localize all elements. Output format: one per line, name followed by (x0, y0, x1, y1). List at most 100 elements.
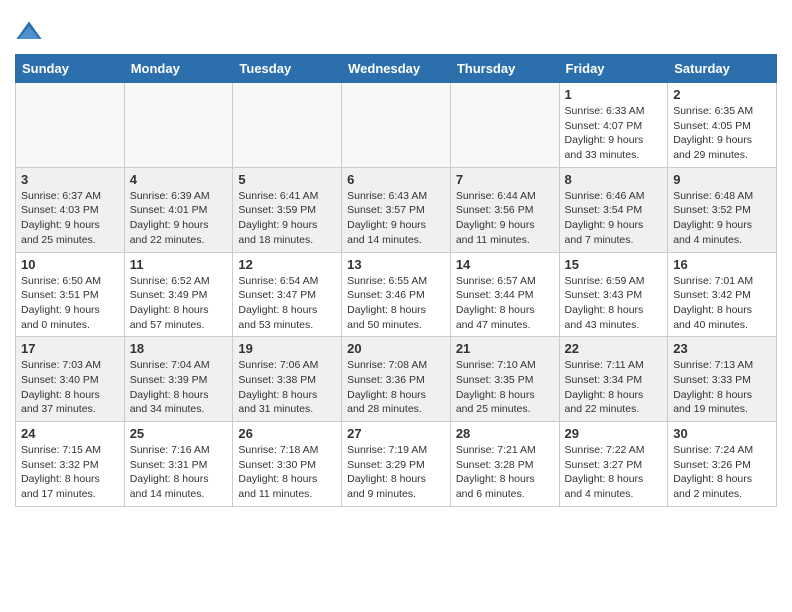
day-info: Sunrise: 6:39 AMSunset: 4:01 PMDaylight:… (130, 189, 228, 248)
calendar-cell: 26 Sunrise: 7:18 AMSunset: 3:30 PMDayligh… (233, 422, 342, 507)
calendar-cell: 22 Sunrise: 7:11 AMSunset: 3:34 PMDayligh… (559, 337, 668, 422)
day-number: 6 (347, 172, 445, 187)
day-info: Sunrise: 7:21 AMSunset: 3:28 PMDaylight:… (456, 443, 554, 502)
day-number: 11 (130, 257, 228, 272)
day-number: 8 (565, 172, 663, 187)
calendar-cell: 2 Sunrise: 6:35 AMSunset: 4:05 PMDaylight… (668, 83, 777, 168)
day-number: 18 (130, 341, 228, 356)
calendar-cell (450, 83, 559, 168)
day-info: Sunrise: 7:11 AMSunset: 3:34 PMDaylight:… (565, 358, 663, 417)
calendar-cell: 19 Sunrise: 7:06 AMSunset: 3:38 PMDayligh… (233, 337, 342, 422)
day-number: 12 (238, 257, 336, 272)
day-info: Sunrise: 7:08 AMSunset: 3:36 PMDaylight:… (347, 358, 445, 417)
day-info: Sunrise: 7:19 AMSunset: 3:29 PMDaylight:… (347, 443, 445, 502)
day-info: Sunrise: 7:18 AMSunset: 3:30 PMDaylight:… (238, 443, 336, 502)
calendar-week-4: 17 Sunrise: 7:03 AMSunset: 3:40 PMDayligh… (16, 337, 777, 422)
day-info: Sunrise: 6:59 AMSunset: 3:43 PMDaylight:… (565, 274, 663, 333)
day-info: Sunrise: 7:13 AMSunset: 3:33 PMDaylight:… (673, 358, 771, 417)
day-info: Sunrise: 6:37 AMSunset: 4:03 PMDaylight:… (21, 189, 119, 248)
day-info: Sunrise: 7:03 AMSunset: 3:40 PMDaylight:… (21, 358, 119, 417)
day-number: 30 (673, 426, 771, 441)
day-info: Sunrise: 6:41 AMSunset: 3:59 PMDaylight:… (238, 189, 336, 248)
calendar-week-1: 1 Sunrise: 6:33 AMSunset: 4:07 PMDaylight… (16, 83, 777, 168)
day-info: Sunrise: 7:06 AMSunset: 3:38 PMDaylight:… (238, 358, 336, 417)
header-tuesday: Tuesday (233, 55, 342, 83)
calendar-week-5: 24 Sunrise: 7:15 AMSunset: 3:32 PMDayligh… (16, 422, 777, 507)
day-info: Sunrise: 6:57 AMSunset: 3:44 PMDaylight:… (456, 274, 554, 333)
calendar-cell: 9 Sunrise: 6:48 AMSunset: 3:52 PMDaylight… (668, 167, 777, 252)
day-info: Sunrise: 7:01 AMSunset: 3:42 PMDaylight:… (673, 274, 771, 333)
day-info: Sunrise: 6:35 AMSunset: 4:05 PMDaylight:… (673, 104, 771, 163)
day-number: 23 (673, 341, 771, 356)
day-number: 10 (21, 257, 119, 272)
logo (15, 18, 45, 46)
calendar-cell: 12 Sunrise: 6:54 AMSunset: 3:47 PMDayligh… (233, 252, 342, 337)
calendar-table: SundayMondayTuesdayWednesdayThursdayFrid… (15, 54, 777, 507)
day-number: 5 (238, 172, 336, 187)
calendar-cell: 27 Sunrise: 7:19 AMSunset: 3:29 PMDayligh… (342, 422, 451, 507)
calendar-cell: 7 Sunrise: 6:44 AMSunset: 3:56 PMDaylight… (450, 167, 559, 252)
day-info: Sunrise: 7:04 AMSunset: 3:39 PMDaylight:… (130, 358, 228, 417)
day-info: Sunrise: 7:22 AMSunset: 3:27 PMDaylight:… (565, 443, 663, 502)
calendar-cell: 4Sunrise: 6:39 AMSunset: 4:01 PMDaylight… (124, 167, 233, 252)
calendar-cell: 3 Sunrise: 6:37 AMSunset: 4:03 PMDaylight… (16, 167, 125, 252)
header-monday: Monday (124, 55, 233, 83)
day-info: Sunrise: 7:15 AMSunset: 3:32 PMDaylight:… (21, 443, 119, 502)
calendar-week-2: 3 Sunrise: 6:37 AMSunset: 4:03 PMDaylight… (16, 167, 777, 252)
calendar-cell: 29 Sunrise: 7:22 AMSunset: 3:27 PMDayligh… (559, 422, 668, 507)
page-header (15, 10, 777, 46)
day-number: 19 (238, 341, 336, 356)
day-number: 3 (21, 172, 119, 187)
day-number: 16 (673, 257, 771, 272)
day-number: 17 (21, 341, 119, 356)
day-number: 22 (565, 341, 663, 356)
calendar-cell (342, 83, 451, 168)
day-number: 1 (565, 87, 663, 102)
day-number: 25 (130, 426, 228, 441)
day-number: 14 (456, 257, 554, 272)
calendar-cell: 21 Sunrise: 7:10 AMSunset: 3:35 PMDayligh… (450, 337, 559, 422)
day-info: Sunrise: 6:33 AMSunset: 4:07 PMDaylight:… (565, 104, 663, 163)
calendar-cell (233, 83, 342, 168)
day-number: 2 (673, 87, 771, 102)
calendar-cell (124, 83, 233, 168)
day-number: 9 (673, 172, 771, 187)
calendar-cell: 8 Sunrise: 6:46 AMSunset: 3:54 PMDaylight… (559, 167, 668, 252)
day-info: Sunrise: 7:10 AMSunset: 3:35 PMDaylight:… (456, 358, 554, 417)
day-number: 27 (347, 426, 445, 441)
day-number: 21 (456, 341, 554, 356)
header-thursday: Thursday (450, 55, 559, 83)
calendar-cell: 10 Sunrise: 6:50 AMSunset: 3:51 PMDayligh… (16, 252, 125, 337)
day-number: 13 (347, 257, 445, 272)
header-friday: Friday (559, 55, 668, 83)
calendar-cell: 30 Sunrise: 7:24 AMSunset: 3:26 PMDayligh… (668, 422, 777, 507)
day-number: 29 (565, 426, 663, 441)
day-info: Sunrise: 6:55 AMSunset: 3:46 PMDaylight:… (347, 274, 445, 333)
day-number: 24 (21, 426, 119, 441)
calendar-cell: 17 Sunrise: 7:03 AMSunset: 3:40 PMDayligh… (16, 337, 125, 422)
calendar-cell: 25Sunrise: 7:16 AMSunset: 3:31 PMDayligh… (124, 422, 233, 507)
calendar-week-3: 10 Sunrise: 6:50 AMSunset: 3:51 PMDayligh… (16, 252, 777, 337)
calendar-cell: 28 Sunrise: 7:21 AMSunset: 3:28 PMDayligh… (450, 422, 559, 507)
header-sunday: Sunday (16, 55, 125, 83)
header-wednesday: Wednesday (342, 55, 451, 83)
day-info: Sunrise: 6:50 AMSunset: 3:51 PMDaylight:… (21, 274, 119, 333)
day-info: Sunrise: 7:24 AMSunset: 3:26 PMDaylight:… (673, 443, 771, 502)
day-number: 15 (565, 257, 663, 272)
calendar-cell: 11Sunrise: 6:52 AMSunset: 3:49 PMDayligh… (124, 252, 233, 337)
calendar-cell: 6Sunrise: 6:43 AMSunset: 3:57 PMDaylight… (342, 167, 451, 252)
day-info: Sunrise: 6:44 AMSunset: 3:56 PMDaylight:… (456, 189, 554, 248)
day-info: Sunrise: 6:46 AMSunset: 3:54 PMDaylight:… (565, 189, 663, 248)
calendar-cell: 13 Sunrise: 6:55 AMSunset: 3:46 PMDayligh… (342, 252, 451, 337)
day-info: Sunrise: 6:48 AMSunset: 3:52 PMDaylight:… (673, 189, 771, 248)
calendar-cell: 16 Sunrise: 7:01 AMSunset: 3:42 PMDayligh… (668, 252, 777, 337)
day-number: 7 (456, 172, 554, 187)
calendar-header-row: SundayMondayTuesdayWednesdayThursdayFrid… (16, 55, 777, 83)
day-info: Sunrise: 6:54 AMSunset: 3:47 PMDaylight:… (238, 274, 336, 333)
header-saturday: Saturday (668, 55, 777, 83)
logo-icon (15, 18, 43, 46)
day-number: 28 (456, 426, 554, 441)
calendar-cell (16, 83, 125, 168)
calendar-cell: 5 Sunrise: 6:41 AMSunset: 3:59 PMDaylight… (233, 167, 342, 252)
day-number: 26 (238, 426, 336, 441)
